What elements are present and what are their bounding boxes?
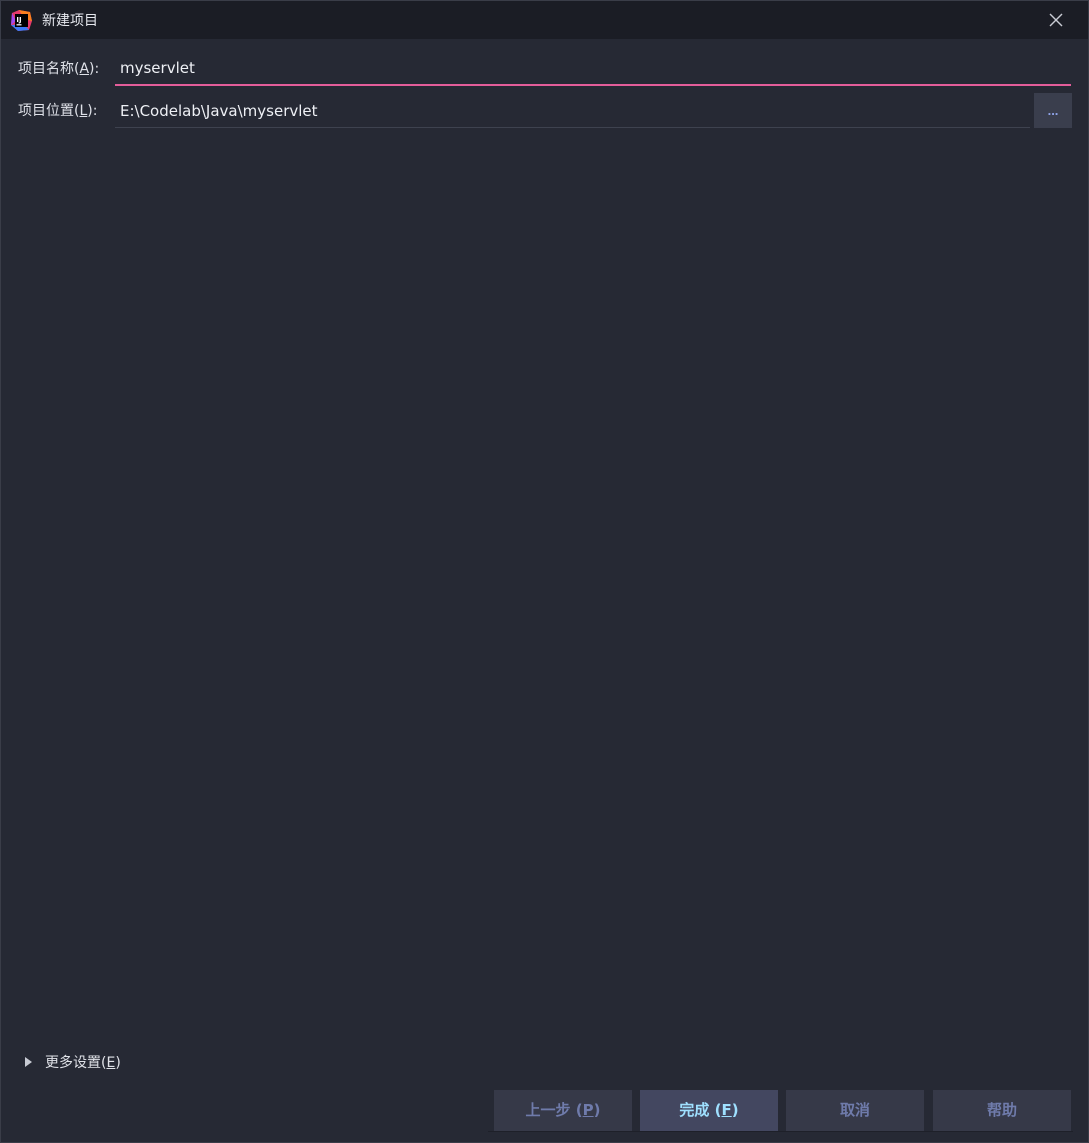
close-icon[interactable]: [1046, 10, 1066, 30]
project-name-label: 项目名称(A):: [18, 61, 100, 77]
svg-text:IJ: IJ: [16, 16, 21, 24]
help-button[interactable]: 帮助: [933, 1090, 1071, 1131]
footer-divider: [488, 1131, 1073, 1132]
dialog-title: 新建项目: [42, 13, 98, 29]
expand-arrow-icon: [25, 1057, 32, 1067]
project-name-input[interactable]: [115, 52, 1071, 86]
project-location-label: 项目位置(L):: [18, 103, 98, 119]
project-location-input[interactable]: [115, 94, 1030, 128]
intellij-idea-icon: IJ: [11, 10, 32, 31]
browse-button[interactable]: ...: [1034, 93, 1072, 128]
cancel-button[interactable]: 取消: [786, 1090, 924, 1131]
previous-button[interactable]: 上一步 (P): [494, 1090, 632, 1131]
new-project-dialog: IJ 新建项目 项目名称(A): 项目位置(L): ... 更多设置(E) 上一…: [0, 0, 1089, 1143]
finish-button[interactable]: 完成 (F): [640, 1090, 778, 1131]
title-bar: IJ 新建项目: [1, 1, 1088, 39]
more-settings-label: 更多设置(E): [45, 1055, 121, 1071]
